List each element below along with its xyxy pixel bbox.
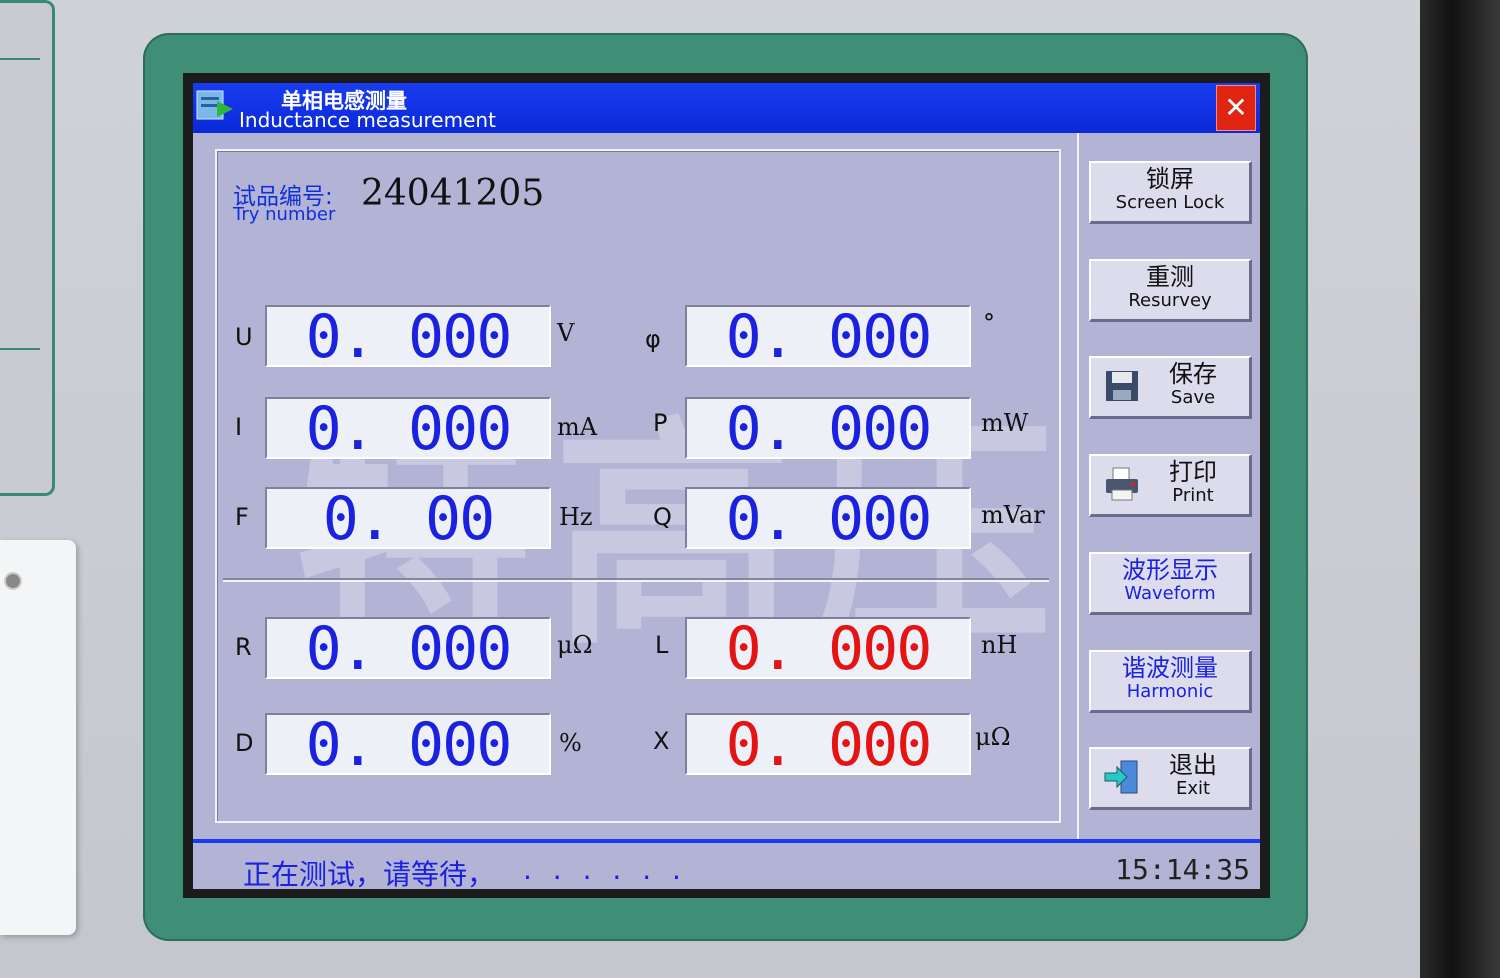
left-panel-strip — [0, 0, 55, 496]
label-f: F — [235, 503, 249, 531]
unit-r: μΩ — [557, 631, 593, 659]
exit-label-cn: 退出 — [1169, 751, 1217, 779]
unit-l: nH — [981, 631, 1018, 659]
harmonic-label-cn: 谐波测量 — [1122, 654, 1218, 682]
printer-slot — [0, 540, 76, 935]
status-progress-dots: . . . . . . — [523, 853, 687, 886]
label-r: R — [235, 633, 252, 661]
resurvey-button[interactable]: 重测 Resurvey — [1089, 259, 1252, 322]
unit-x: μΩ — [975, 723, 1011, 751]
print-label-en: Print — [1172, 485, 1214, 506]
harmonic-button[interactable]: 谐波测量 Harmonic — [1089, 650, 1252, 713]
value-q: 0. 000 — [685, 487, 971, 549]
value-f: 0. 00 — [265, 487, 551, 549]
title-bar: 单相电感测量 Inductance measurement ✕ — [193, 83, 1260, 133]
value-d: 0. 000 — [265, 713, 551, 775]
print-button[interactable]: 打印 Print — [1089, 454, 1252, 517]
unit-u: V — [557, 319, 575, 347]
unit-i: mA — [557, 413, 598, 441]
label-phi: φ — [645, 325, 661, 353]
close-button[interactable]: ✕ — [1216, 85, 1256, 131]
device-chassis: 单相电感测量 Inductance measurement ✕ 特高压 试品编号… — [0, 0, 1500, 978]
label-l: L — [655, 631, 669, 659]
unit-q: mVar — [981, 501, 1045, 529]
section-separator — [223, 578, 1049, 582]
unit-f: Hz — [559, 503, 593, 531]
app-icon — [196, 90, 233, 120]
value-phi: 0. 000 — [685, 305, 971, 367]
lcd-screen: 单相电感测量 Inductance measurement ✕ 特高压 试品编号… — [193, 83, 1260, 889]
value-x: 0. 000 — [685, 713, 971, 775]
waveform-button[interactable]: 波形显示 Waveform — [1089, 552, 1252, 615]
value-p: 0. 000 — [685, 397, 971, 459]
unit-phi: ° — [983, 309, 995, 337]
label-i: I — [235, 413, 243, 441]
screen-lock-button[interactable]: 锁屏 Screen Lock — [1089, 161, 1252, 224]
status-clock: 15:14:35 — [1115, 853, 1250, 886]
harmonic-label-en: Harmonic — [1126, 681, 1214, 702]
label-d: D — [235, 729, 254, 757]
label-p: P — [653, 409, 668, 437]
waveform-label-en: Waveform — [1124, 583, 1216, 604]
resurvey-label-cn: 重测 — [1146, 263, 1194, 291]
try-number-value[interactable]: 24041205 — [361, 173, 544, 214]
save-button[interactable]: 保存 Save — [1089, 356, 1252, 419]
status-bar: 正在测试，请等待， . . . . . . 15:14:35 — [193, 839, 1260, 889]
value-i: 0. 000 — [265, 397, 551, 459]
side-button-panel: 锁屏 Screen Lock 重测 Resurvey 保存 Save 打印 Pr… — [1077, 133, 1260, 839]
window-title-en: Inductance measurement — [239, 108, 496, 132]
status-message: 正在测试，请等待， — [243, 858, 496, 889]
value-r: 0. 000 — [265, 617, 551, 679]
try-number-label-en: Try number — [233, 204, 336, 225]
exit-label-en: Exit — [1175, 778, 1211, 799]
label-u: U — [235, 323, 253, 351]
exit-door-icon — [1104, 760, 1138, 794]
screw-icon — [4, 572, 22, 590]
exit-button[interactable]: 退出 Exit — [1089, 747, 1252, 810]
save-label-cn: 保存 — [1169, 360, 1217, 388]
value-u: 0. 000 — [265, 305, 551, 367]
save-label-en: Save — [1170, 387, 1216, 408]
print-label-cn: 打印 — [1169, 458, 1217, 486]
label-x: X — [653, 727, 670, 755]
printer-icon — [1106, 467, 1138, 501]
screen-lock-label-en: Screen Lock — [1115, 192, 1225, 213]
value-l: 0. 000 — [685, 617, 971, 679]
label-q: Q — [653, 503, 672, 531]
device-right-edge — [1420, 0, 1500, 978]
unit-p: mW — [981, 409, 1029, 437]
floppy-disk-icon — [1106, 371, 1138, 401]
waveform-label-cn: 波形显示 — [1122, 556, 1218, 584]
screen-lock-label-cn: 锁屏 — [1146, 165, 1194, 193]
unit-d: % — [559, 729, 582, 757]
resurvey-label-en: Resurvey — [1128, 290, 1212, 311]
